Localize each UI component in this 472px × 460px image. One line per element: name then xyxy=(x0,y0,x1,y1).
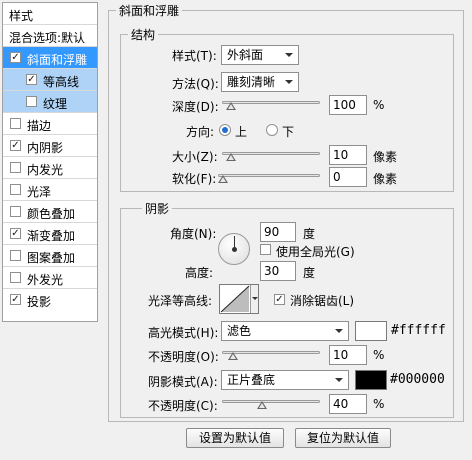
depth-unit: % xyxy=(373,98,385,112)
sidebar-item-inner-glow[interactable]: 内发光 xyxy=(3,157,97,179)
contour-preview-icon xyxy=(220,285,250,313)
global-light-label[interactable]: 使用全局光(G) xyxy=(276,243,355,260)
chevron-down-icon xyxy=(335,378,343,382)
highlight-opacity-input[interactable]: 10 xyxy=(329,345,367,365)
direction-up-label[interactable]: 上 xyxy=(235,123,247,140)
shadow-opacity-unit: % xyxy=(373,397,385,411)
soften-slider-track[interactable] xyxy=(218,174,320,177)
shading-legend: 阴影 xyxy=(142,200,173,217)
inner-glow-checkbox[interactable] xyxy=(10,162,21,173)
shadow-opacity-input[interactable]: 40 xyxy=(329,394,367,414)
chevron-down-icon xyxy=(335,329,343,333)
styles-sidebar: 样式 混合选项:默认 ✓ 斜面和浮雕 ✓ 等高线 纹理 描边 ✓ 内阴影 内发光… xyxy=(2,2,98,322)
sidebar-item-inner-shadow[interactable]: ✓ 内阴影 xyxy=(3,135,97,157)
sidebar-item-color-overlay[interactable]: 颜色叠加 xyxy=(3,201,97,223)
pattern-overlay-checkbox[interactable] xyxy=(10,250,21,261)
soften-label: 软化(F): xyxy=(172,172,217,186)
direction-down-label[interactable]: 下 xyxy=(282,123,294,140)
depth-label: 深度(D): xyxy=(172,100,219,114)
stroke-checkbox[interactable] xyxy=(10,118,21,129)
chevron-down-icon xyxy=(252,297,258,300)
styles-header: 样式 xyxy=(3,3,97,25)
reset-default-button[interactable]: 复位为默认值 xyxy=(295,428,391,448)
inner-shadow-checkbox[interactable]: ✓ xyxy=(10,140,21,151)
sidebar-item-drop-shadow[interactable]: ✓ 投影 xyxy=(3,289,97,311)
global-light-checkbox[interactable] xyxy=(260,244,271,255)
bevel-emboss-checkbox[interactable]: ✓ xyxy=(10,52,21,63)
technique-label: 方法(Q): xyxy=(172,77,219,91)
angle-label: 角度(N): xyxy=(170,227,217,241)
shadow-opacity-track[interactable] xyxy=(222,400,320,403)
gradient-overlay-checkbox[interactable]: ✓ xyxy=(10,228,21,239)
shadow-color-text: #000000 xyxy=(390,372,445,387)
sidebar-item-contour[interactable]: ✓ 等高线 xyxy=(3,69,97,91)
highlight-opacity-label: 不透明度(O): xyxy=(148,350,219,364)
shadow-mode-label: 阴影模式(A): xyxy=(148,375,218,389)
soften-input[interactable]: 0 xyxy=(329,167,367,187)
highlight-color-text: #ffffff xyxy=(391,323,446,338)
make-default-button[interactable]: 设置为默认值 xyxy=(186,428,284,448)
highlight-opacity-unit: % xyxy=(373,348,385,362)
soften-unit: 像素 xyxy=(373,172,398,186)
depth-slider-track[interactable] xyxy=(222,101,320,104)
structure-legend: 结构 xyxy=(128,26,159,43)
sidebar-item-texture[interactable]: 纹理 xyxy=(3,91,97,113)
direction-label: 方向: xyxy=(186,125,215,139)
size-input[interactable]: 10 xyxy=(329,145,367,165)
sidebar-item-stroke[interactable]: 描边 xyxy=(3,113,97,135)
size-unit: 像素 xyxy=(373,150,398,164)
texture-checkbox[interactable] xyxy=(26,96,37,107)
color-overlay-checkbox[interactable] xyxy=(10,206,21,217)
highlight-mode-label: 高光模式(H): xyxy=(148,326,219,340)
sidebar-item-bevel-emboss[interactable]: ✓ 斜面和浮雕 xyxy=(3,47,97,69)
drop-shadow-checkbox[interactable]: ✓ xyxy=(10,294,21,305)
outer-glow-checkbox[interactable] xyxy=(10,272,21,283)
sidebar-item-satin[interactable]: 光泽 xyxy=(3,179,97,201)
shadow-mode-select[interactable]: 正片叠底 xyxy=(221,370,349,390)
shadow-opacity-thumb[interactable] xyxy=(257,401,267,409)
satin-checkbox[interactable] xyxy=(10,184,21,195)
style-label: 样式(T): xyxy=(172,49,217,63)
gloss-contour-picker[interactable] xyxy=(219,284,259,314)
antialias-checkbox[interactable]: ✓ xyxy=(274,294,285,305)
depth-input[interactable]: 100 xyxy=(329,95,367,115)
chevron-down-icon xyxy=(285,53,293,57)
angle-dial[interactable] xyxy=(218,233,250,265)
contour-checkbox[interactable]: ✓ xyxy=(26,74,37,85)
altitude-unit: 度 xyxy=(303,266,316,280)
sidebar-item-gradient-overlay[interactable]: ✓ 渐变叠加 xyxy=(3,223,97,245)
angle-input[interactable]: 90 xyxy=(260,222,296,242)
shadow-color-swatch[interactable] xyxy=(355,370,387,390)
angle-unit: 度 xyxy=(303,227,316,241)
antialias-label[interactable]: 消除锯齿(L) xyxy=(290,292,354,309)
direction-down-radio[interactable] xyxy=(266,124,278,136)
highlight-color-swatch[interactable] xyxy=(355,321,387,341)
sidebar-item-pattern-overlay[interactable]: 图案叠加 xyxy=(3,245,97,267)
altitude-input[interactable]: 30 xyxy=(260,261,296,281)
chevron-down-icon xyxy=(285,80,293,84)
sidebar-item-outer-glow[interactable]: 外发光 xyxy=(3,267,97,289)
style-select[interactable]: 外斜面 xyxy=(221,45,299,65)
panel-title: 斜面和浮雕 xyxy=(116,2,183,19)
gloss-contour-label: 光泽等高线: xyxy=(148,294,213,308)
size-slider-thumb[interactable] xyxy=(226,153,236,161)
technique-select[interactable]: 雕刻清晰 xyxy=(221,72,299,92)
angle-dial-center xyxy=(232,247,237,252)
soften-slider-thumb[interactable] xyxy=(218,175,228,183)
altitude-label: 高度: xyxy=(185,266,214,280)
depth-slider-thumb[interactable] xyxy=(226,102,236,110)
size-label: 大小(Z): xyxy=(172,150,218,164)
highlight-mode-select[interactable]: 滤色 xyxy=(221,321,349,341)
shadow-opacity-label: 不透明度(C): xyxy=(148,399,218,413)
contour-dropdown-button[interactable] xyxy=(250,285,258,313)
size-slider-track[interactable] xyxy=(222,152,320,155)
direction-up-radio[interactable] xyxy=(219,124,231,136)
blending-options-item[interactable]: 混合选项:默认 xyxy=(3,25,97,47)
highlight-opacity-thumb[interactable] xyxy=(228,352,238,360)
